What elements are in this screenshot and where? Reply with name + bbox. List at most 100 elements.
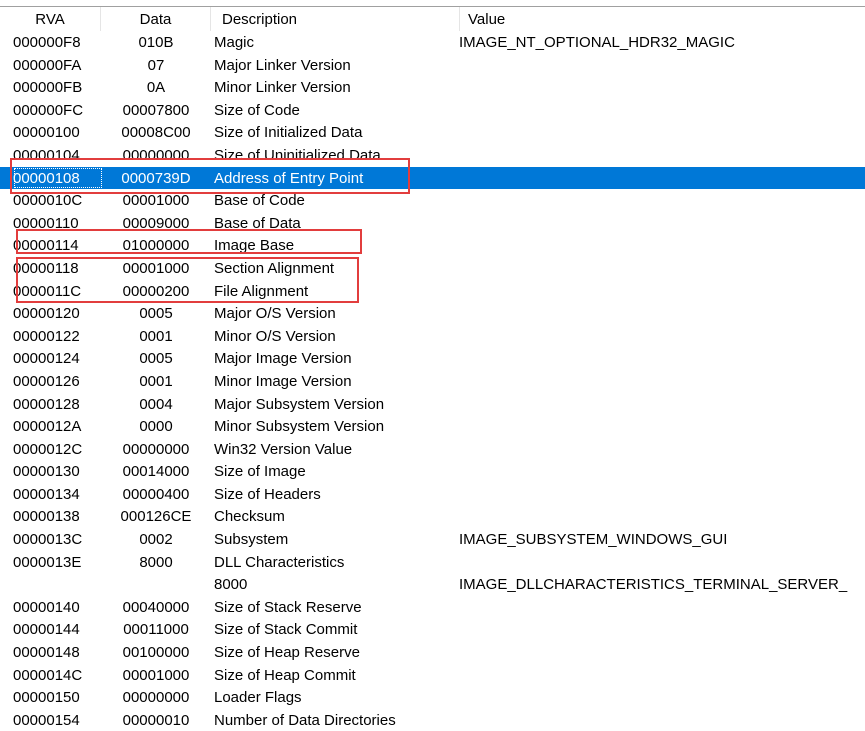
data-cell: 0001 xyxy=(139,327,173,345)
rva-cell: 00000124 xyxy=(13,350,80,368)
table-row[interactable]: 00000128 0004 Major Subsystem Version xyxy=(0,393,865,416)
table-row[interactable]: 00000124 0005 Major Image Version xyxy=(0,347,865,370)
description-cell: Minor Subsystem Version xyxy=(214,418,385,436)
table-row[interactable]: 00000130 00014000 Size of Image xyxy=(0,460,865,483)
rva-cell: 00000150 xyxy=(13,689,80,707)
description-cell: 8000 xyxy=(214,576,248,594)
value-cell xyxy=(459,144,865,167)
value-cell xyxy=(459,505,865,528)
table-row[interactable]: 00000140 00040000 Size of Stack Reserve xyxy=(0,596,865,619)
rva-cell xyxy=(13,573,103,596)
data-cell: 00008C00 xyxy=(121,124,191,142)
rva-cell: 0000014C xyxy=(13,666,83,684)
data-cell: 0005 xyxy=(139,350,173,368)
description-cell: Size of Headers xyxy=(214,485,321,503)
description-cell: Image Base xyxy=(214,237,295,255)
value-cell xyxy=(459,596,865,619)
rva-cell: 0000013C xyxy=(13,531,83,549)
table-row[interactable]: 0000010C 00001000 Base of Code xyxy=(0,189,865,212)
column-header-data[interactable]: Data xyxy=(101,7,211,31)
table-row[interactable]: 00000148 00100000 Size of Heap Reserve xyxy=(0,641,865,664)
data-cell: 00100000 xyxy=(122,644,190,662)
description-cell: Section Alignment xyxy=(214,259,335,277)
column-header-rva[interactable]: RVA xyxy=(0,7,101,31)
table-row[interactable]: 000000FC 00007800 Size of Code xyxy=(0,99,865,122)
data-cell xyxy=(101,573,211,596)
description-cell: Major Linker Version xyxy=(214,56,351,74)
data-cell: 0005 xyxy=(139,305,173,323)
value-cell xyxy=(459,121,865,144)
table-row[interactable]: 0000012C 00000000 Win32 Version Value xyxy=(0,438,865,461)
description-cell: Size of Image xyxy=(214,463,306,481)
data-cell: 00009000 xyxy=(122,214,190,232)
table-row[interactable]: 0000014C 00001000 Size of Heap Commit xyxy=(0,664,865,687)
table-row[interactable]: 00000138 000126CE Checksum xyxy=(0,505,865,528)
table-row[interactable]: 00000144 00011000 Size of Stack Commit xyxy=(0,618,865,641)
rva-cell: 00000128 xyxy=(13,395,80,413)
data-cell: 00001000 xyxy=(122,192,190,210)
value-cell: IMAGE_NT_OPTIONAL_HDR32_MAGIC xyxy=(459,34,735,51)
data-cell: 0000739D xyxy=(121,169,191,187)
table-row[interactable]: 00000126 0001 Minor Image Version xyxy=(0,370,865,393)
value-cell xyxy=(459,709,865,731)
data-cell: 00001000 xyxy=(122,666,190,684)
value-cell xyxy=(459,280,865,303)
description-cell: Base of Data xyxy=(214,214,301,232)
data-cell: 00001000 xyxy=(122,259,190,277)
table-row[interactable]: 8000 IMAGE_DLLCHARACTERISTICS_TERMINAL_SE… xyxy=(0,573,865,596)
value-cell xyxy=(459,664,865,687)
column-header-description[interactable]: Description xyxy=(211,7,460,31)
data-cell: 07 xyxy=(147,56,165,74)
data-cell: 00007800 xyxy=(122,101,190,119)
table-row[interactable]: 00000134 00000400 Size of Headers xyxy=(0,483,865,506)
data-cell: 0A xyxy=(146,79,166,97)
rva-cell: 0000013E xyxy=(13,553,82,571)
column-header-value[interactable]: Value xyxy=(460,7,865,31)
table-row[interactable]: 00000110 00009000 Base of Data xyxy=(0,212,865,235)
table-row[interactable]: 000000FB 0A Minor Linker Version xyxy=(0,76,865,99)
window-top-border xyxy=(0,0,865,7)
description-cell: Minor Image Version xyxy=(214,372,352,390)
rva-cell: 00000118 xyxy=(13,259,79,277)
description-cell: Minor Linker Version xyxy=(214,79,351,97)
table-row[interactable]: 0000012A 0000 Minor Subsystem Version xyxy=(0,415,865,438)
value-cell xyxy=(459,325,865,348)
table-row[interactable]: 00000108 0000739D Address of Entry Point xyxy=(0,166,865,190)
table-row[interactable]: 00000104 00000000 Size of Uninitialized Da… xyxy=(0,144,865,167)
table-row[interactable]: 000000FA 07 Major Linker Version xyxy=(0,54,865,77)
description-cell: Size of Heap Reserve xyxy=(214,644,360,662)
description-cell: Size of Heap Commit xyxy=(214,666,356,684)
description-cell: Major O/S Version xyxy=(214,305,336,323)
table-row[interactable]: 0000013E 8000 DLL Characteristics xyxy=(0,551,865,574)
data-cell: 010B xyxy=(138,34,174,51)
description-cell: Major Subsystem Version xyxy=(214,395,385,413)
value-cell: IMAGE_DLLCHARACTERISTICS_TERMINAL_SERVER… xyxy=(459,576,848,594)
table-row[interactable]: 00000114 01000000 Image Base xyxy=(0,234,865,257)
table-row[interactable]: 0000011C 00000200 File Alignment xyxy=(0,280,865,303)
data-cell: 8000 xyxy=(139,553,173,571)
value-cell xyxy=(459,167,865,190)
description-cell: Loader Flags xyxy=(214,689,302,707)
rva-cell: 00000154 xyxy=(13,711,80,729)
value-cell xyxy=(459,618,865,641)
data-cell: 0004 xyxy=(139,395,173,413)
description-cell: File Alignment xyxy=(214,282,309,300)
data-cell: 0002 xyxy=(139,531,173,549)
table-row[interactable]: 000000F8 010B Magic IMAGE_NT_OPTIONAL_HDR32… xyxy=(0,31,865,54)
data-cell: 00011000 xyxy=(123,621,189,639)
rva-cell: 0000010C xyxy=(13,192,83,210)
rva-cell: 000000FC xyxy=(13,101,84,119)
description-cell: Size of Initialized Data xyxy=(214,124,363,142)
table-row[interactable]: 00000122 0001 Minor O/S Version xyxy=(0,325,865,348)
table-row[interactable]: 00000100 00008C00 Size of Initialized Data xyxy=(0,121,865,144)
table-row[interactable]: 00000150 00000000 Loader Flags xyxy=(0,686,865,709)
data-cell: 00000200 xyxy=(122,282,190,300)
rva-cell: 00000114 xyxy=(13,237,79,255)
table-row[interactable]: 00000154 00000010 Number of Data Directori… xyxy=(0,709,865,731)
table-row[interactable]: 00000118 00001000 Section Alignment xyxy=(0,257,865,280)
value-cell xyxy=(459,438,865,461)
table-row[interactable]: 0000013C 0002 Subsystem IMAGE_SUBSYSTEM_WIN… xyxy=(0,528,865,551)
description-cell: Magic xyxy=(214,34,255,51)
table-row[interactable]: 00000120 0005 Major O/S Version xyxy=(0,302,865,325)
data-cell: 00000000 xyxy=(122,440,190,458)
